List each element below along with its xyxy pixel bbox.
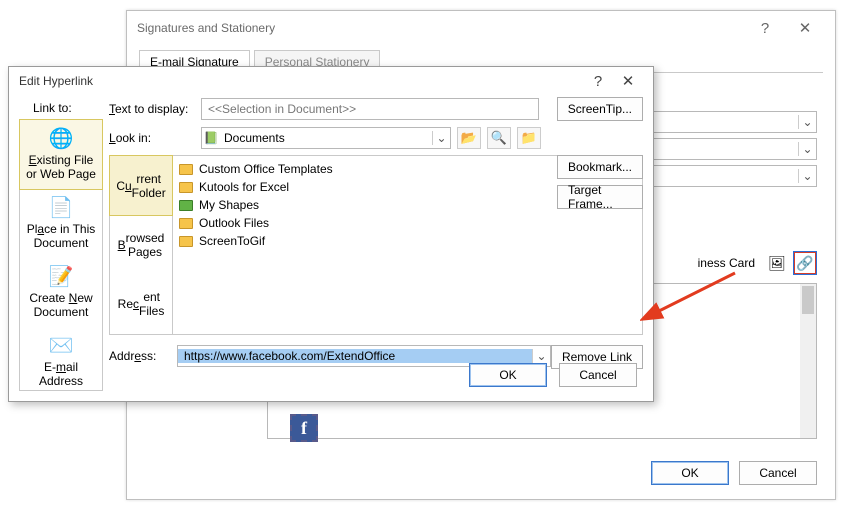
email-icon: ✉️ [22, 333, 100, 358]
folder-icon [179, 236, 193, 247]
text-to-display-input[interactable]: <<Selection in Document>> [201, 98, 539, 120]
sig-footer: OK Cancel [651, 461, 817, 485]
sig-titlebar: Signatures and Stationery ? ✕ [127, 11, 835, 45]
sig-ok-button[interactable]: OK [651, 461, 729, 485]
sig-cancel-button[interactable]: Cancel [739, 461, 817, 485]
chevron-down-icon: ⌄ [798, 169, 816, 183]
text-to-display-label: Text to display: [109, 102, 195, 116]
nav-email-address[interactable]: ✉️ E-mailAddress [20, 327, 102, 396]
list-item[interactable]: ScreenToGif [179, 232, 636, 250]
address-label: Address: [109, 349, 169, 363]
nav-existing-file[interactable]: 🌐 EExisting Filexisting Fileor Web Page [20, 120, 102, 189]
close-icon[interactable]: ✕ [785, 19, 825, 37]
scrollbar[interactable] [800, 284, 816, 438]
list-item[interactable]: Outlook Files [179, 214, 636, 232]
sig-title: Signatures and Stationery [137, 21, 275, 35]
bookmark-button[interactable]: Bookmark... [557, 155, 643, 179]
nav-create-new[interactable]: 📝 Create NewDocument [20, 258, 102, 327]
close-icon[interactable]: ✕ [613, 72, 643, 90]
document-target-icon: 📄 [22, 195, 100, 220]
link-footer: OK Cancel [469, 363, 637, 387]
link-cancel-button[interactable]: Cancel [559, 363, 637, 387]
look-in-label: Look in: [109, 131, 195, 145]
chevron-down-icon: ⌄ [532, 349, 550, 363]
link-to-nav: 🌐 EExisting Filexisting Fileor Web Page … [19, 119, 103, 391]
scroll-thumb[interactable] [802, 286, 814, 314]
browse-subcol: CurrentFolder BrowsedPages RecentFiles [109, 155, 173, 335]
business-card-label: iness Card [692, 252, 761, 274]
folder-icon [179, 218, 193, 229]
documents-folder-icon: 📗 [202, 131, 220, 145]
sig-toolbar: iness Card 🖼 🔗 [692, 251, 817, 275]
chevron-down-icon: ⌄ [798, 142, 816, 156]
help-icon[interactable]: ? [745, 20, 785, 37]
facebook-icon[interactable]: f [290, 414, 318, 442]
chevron-down-icon: ⌄ [432, 131, 450, 145]
new-document-icon: 📝 [22, 264, 100, 289]
nav-place-in-doc[interactable]: 📄 Place in ThisDocument [20, 189, 102, 258]
sub-current-folder[interactable]: CurrentFolder [110, 156, 172, 215]
browse-file-button[interactable]: 📁 [517, 127, 541, 149]
target-frame-button[interactable]: Target Frame... [557, 185, 643, 209]
side-buttons: Bookmark... Target Frame... [557, 155, 643, 209]
edit-hyperlink-dialog: Edit Hyperlink ? ✕ Link to: 🌐 EExisting … [8, 66, 654, 402]
link-titlebar: Edit Hyperlink ? ✕ [9, 67, 653, 95]
insert-hyperlink-button[interactable]: 🔗 [793, 251, 817, 275]
screentip-button[interactable]: ScreenTip... [557, 97, 643, 121]
sub-browsed-pages[interactable]: BrowsedPages [110, 215, 172, 274]
chevron-down-icon: ⌄ [798, 115, 816, 129]
browse-web-button[interactable]: 🔍 [487, 127, 511, 149]
sub-recent-files[interactable]: RecentFiles [110, 275, 172, 334]
help-icon[interactable]: ? [583, 73, 613, 90]
up-folder-button[interactable]: 📂 [457, 127, 481, 149]
insert-picture-button[interactable]: 🖼 [765, 251, 789, 275]
link-ok-button[interactable]: OK [469, 363, 547, 387]
nav-label: E [29, 153, 37, 167]
folder-icon [179, 182, 193, 193]
link-title: Edit Hyperlink [19, 74, 93, 88]
look-in-combo[interactable]: 📗 Documents ⌄ [201, 127, 451, 149]
folder-icon [179, 200, 193, 211]
globe-file-icon: 🌐 [22, 126, 100, 151]
folder-icon [179, 164, 193, 175]
link-to-label: Link to: [33, 101, 72, 115]
